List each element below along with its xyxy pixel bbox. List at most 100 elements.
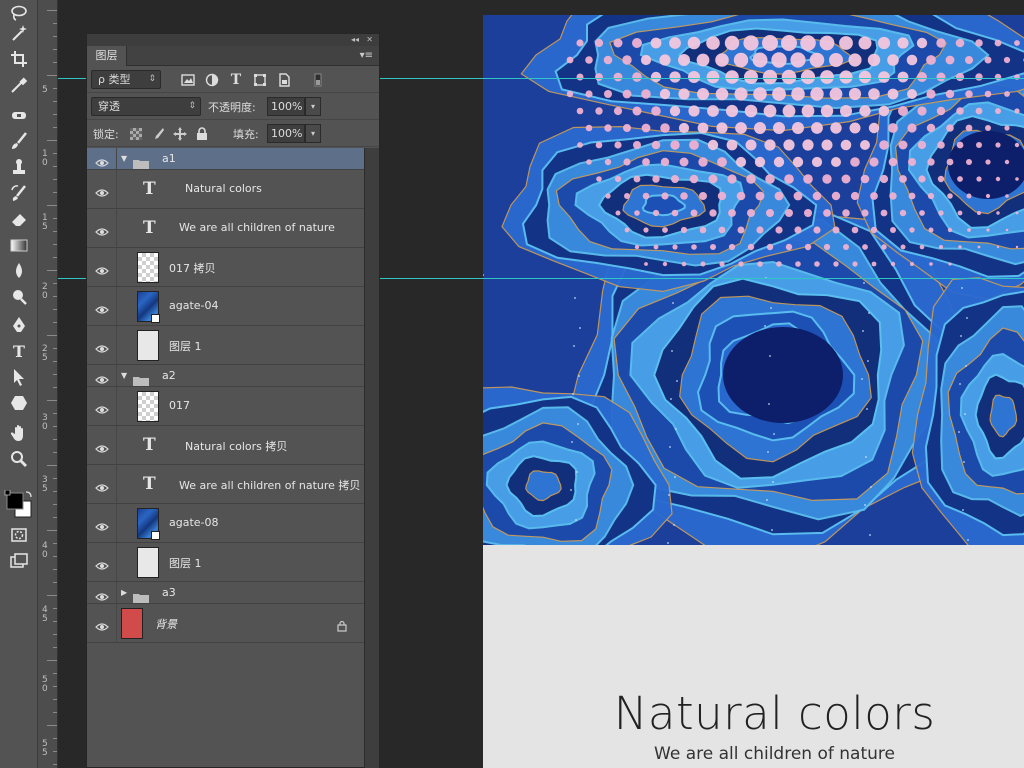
layer-row[interactable]: 图层 1 [87, 543, 365, 582]
sparkle-dot [571, 441, 573, 443]
color-swatches[interactable] [4, 490, 34, 520]
visibility-toggle[interactable] [87, 365, 117, 386]
zoom-tool-icon[interactable] [8, 448, 30, 470]
layer-name[interactable]: agate-08 [169, 516, 219, 529]
layer-name[interactable]: a2 [162, 369, 176, 382]
image-filter-icon[interactable] [181, 73, 195, 87]
screen-mode-icon[interactable] [8, 550, 30, 572]
history-brush-tool-icon[interactable] [8, 182, 30, 204]
ruler-tick [53, 569, 57, 570]
lock-position-icon[interactable] [173, 127, 187, 141]
visibility-toggle[interactable] [87, 248, 117, 286]
layer-row[interactable]: T Natural colors 拷贝 [87, 426, 365, 465]
eyedropper-tool-icon[interactable] [8, 74, 30, 96]
pink-dot [1014, 108, 1020, 114]
lock-icon[interactable] [337, 617, 347, 632]
document-canvas[interactable]: Natural colors We are all children of na… [483, 15, 1024, 768]
hand-tool-icon[interactable] [8, 422, 30, 444]
visibility-toggle[interactable] [87, 465, 117, 503]
clone-stamp-tool-icon[interactable] [8, 156, 30, 178]
visibility-toggle[interactable] [87, 209, 117, 247]
layer-name[interactable]: We are all children of nature 拷贝 [179, 477, 360, 493]
blur-tool-icon[interactable] [8, 260, 30, 282]
smart-object-filter-icon[interactable] [277, 73, 291, 87]
visibility-toggle[interactable] [87, 582, 117, 603]
ruler-tick [53, 348, 57, 349]
opacity-input[interactable]: 100% [267, 97, 305, 116]
close-panel-icon[interactable]: ✕ [366, 34, 373, 46]
visibility-toggle[interactable] [87, 543, 117, 581]
layer-name[interactable]: 图层 1 [169, 555, 202, 571]
blend-mode-dropdown[interactable]: 穿透 ⇕ [91, 97, 201, 116]
layer-row[interactable]: 017 拷贝 [87, 248, 365, 287]
visibility-toggle[interactable] [87, 426, 117, 464]
layer-name[interactable]: a3 [162, 586, 176, 599]
lock-image-pixels-icon[interactable] [151, 127, 165, 141]
pen-tool-icon[interactable] [8, 314, 30, 336]
adjustment-filter-icon[interactable] [205, 73, 219, 87]
layer-name[interactable]: 017 [169, 399, 190, 412]
triangle-right-icon[interactable]: ▶ [121, 588, 127, 597]
layer-name[interactable]: 图层 1 [169, 338, 202, 354]
fill-slider-button[interactable]: ▾ [305, 124, 321, 143]
ruler-tick [53, 36, 57, 37]
visibility-toggle[interactable] [87, 148, 117, 169]
pink-dot [622, 89, 632, 99]
layer-row[interactable]: T We are all children of nature 拷贝 [87, 465, 365, 504]
visibility-toggle[interactable] [87, 326, 117, 364]
gradient-tool-icon[interactable] [8, 234, 30, 256]
opacity-slider-button[interactable]: ▾ [305, 97, 321, 116]
dodge-tool-icon[interactable] [8, 286, 30, 308]
vertical-ruler[interactable]: 5 1 0 1 5 2 0 2 5 3 0 3 5 4 0 4 5 5 0 5 5 [38, 0, 58, 768]
shape-tool-icon[interactable] [8, 392, 30, 414]
path-selection-tool-icon[interactable] [8, 366, 30, 388]
shape-filter-icon[interactable] [253, 73, 267, 87]
visibility-toggle[interactable] [87, 287, 117, 325]
eraser-tool-icon[interactable] [8, 208, 30, 230]
layer-row[interactable]: 图层 1 [87, 326, 365, 365]
brush-tool-icon[interactable] [8, 130, 30, 152]
layer-name[interactable]: 017 拷贝 [169, 260, 216, 276]
triangle-down-icon[interactable]: ▼ [121, 371, 127, 380]
lock-transparent-pixels-icon[interactable] [129, 127, 143, 141]
triangle-down-icon[interactable]: ▼ [121, 154, 127, 163]
type-filter-icon[interactable]: T [229, 72, 243, 88]
layer-name[interactable]: agate-04 [169, 299, 219, 312]
lasso-tool-icon[interactable] [8, 2, 30, 24]
visibility-toggle[interactable] [87, 387, 117, 425]
panel-menu-icon[interactable]: ▾≡ [360, 50, 373, 61]
tab-layers[interactable]: 图层 [87, 46, 127, 66]
layer-name[interactable]: Natural colors 拷贝 [185, 438, 287, 454]
layer-name[interactable]: Natural colors [185, 182, 262, 195]
layers-scrollbar[interactable] [364, 148, 379, 768]
lock-all-icon[interactable] [195, 127, 209, 141]
type-tool-icon[interactable]: T [8, 340, 30, 362]
layer-row[interactable]: T Natural colors [87, 170, 365, 209]
collapse-panel-icon[interactable]: ◂◂ [351, 34, 359, 46]
visibility-toggle[interactable] [87, 604, 117, 642]
visibility-toggle[interactable] [87, 170, 117, 208]
layer-row[interactable]: T We are all children of nature [87, 209, 365, 248]
fill-input[interactable]: 100% [267, 124, 305, 143]
layer-group-row[interactable]: ▼ a2 [87, 365, 365, 387]
layer-name[interactable]: We are all children of nature [179, 221, 335, 234]
sparkle-dot [769, 355, 771, 357]
quick-mask-icon[interactable] [8, 524, 30, 546]
layer-name[interactable]: a1 [162, 152, 176, 165]
crop-tool-icon[interactable] [8, 48, 30, 70]
pink-dot [644, 262, 648, 266]
layer-group-row[interactable]: ▼ a1 [87, 148, 365, 170]
magic-wand-tool-icon[interactable] [8, 22, 30, 44]
pink-dot [947, 227, 953, 233]
layer-row[interactable]: 017 [87, 387, 365, 426]
layer-group-row[interactable]: ▶ a3 [87, 582, 365, 604]
filter-toggle-icon[interactable] [311, 73, 325, 87]
visibility-toggle[interactable] [87, 504, 117, 542]
layer-row[interactable]: 背景 [87, 604, 365, 643]
layer-row[interactable]: agate-08 [87, 504, 365, 543]
layer-row[interactable]: agate-04 [87, 287, 365, 326]
filter-kind-dropdown[interactable]: ρ 类型 ⇕ [91, 70, 161, 89]
healing-brush-tool-icon[interactable] [8, 104, 30, 126]
tools-panel: T [0, 0, 38, 768]
layer-name[interactable]: 背景 [155, 616, 177, 632]
